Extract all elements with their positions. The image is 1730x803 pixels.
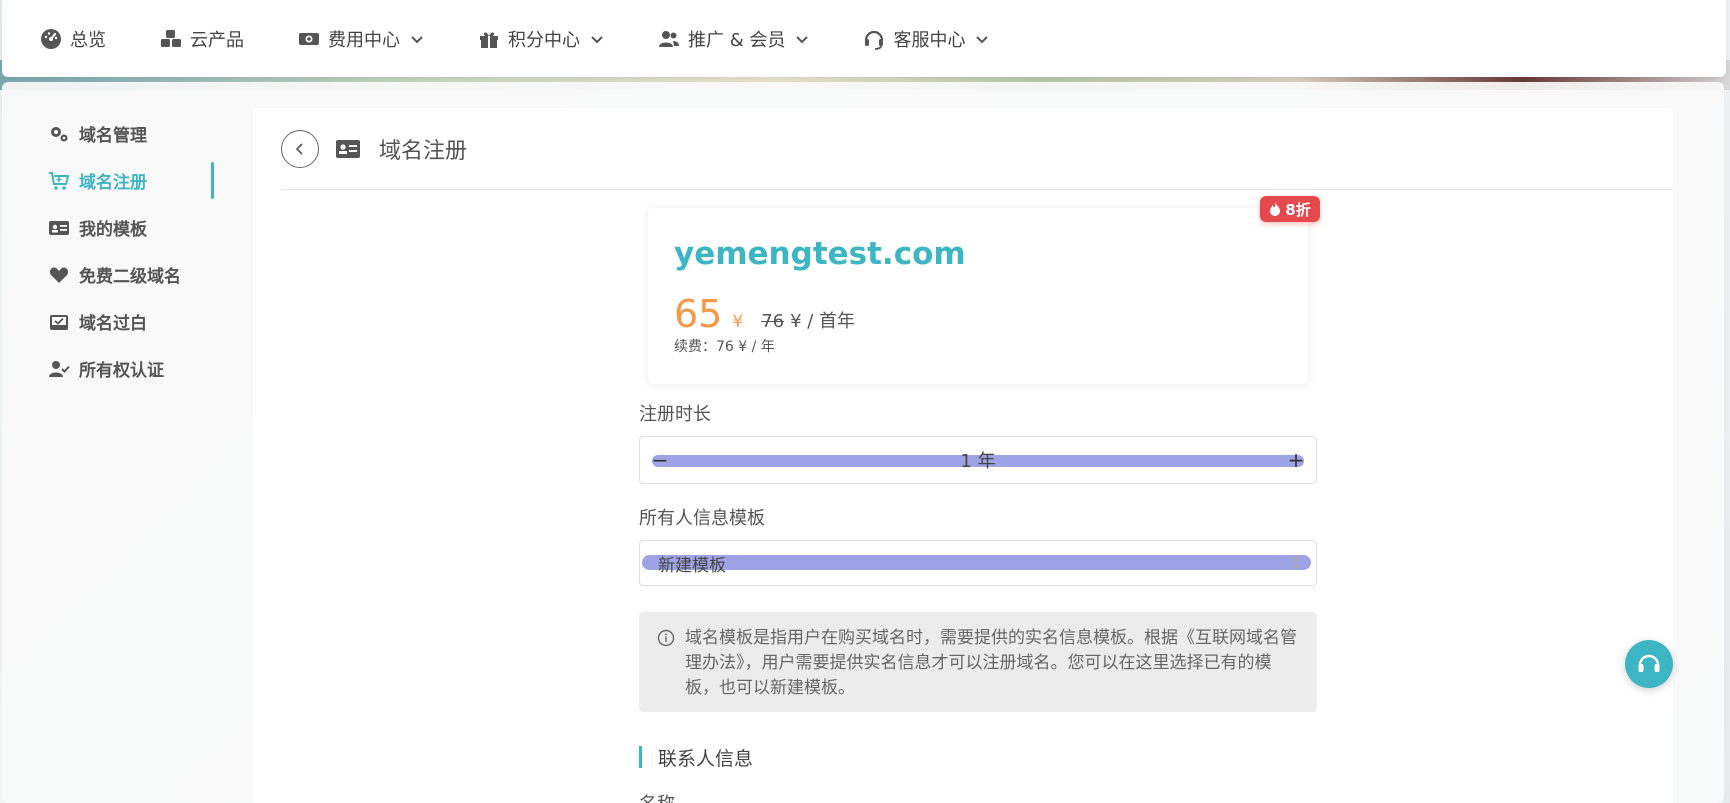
heart-icon bbox=[48, 264, 70, 286]
chevron-down-icon bbox=[976, 35, 989, 43]
sidebar-item-ownership-verification[interactable]: 所有权认证 bbox=[48, 345, 208, 392]
page-title: 域名注册 bbox=[379, 138, 468, 164]
current-price-currency: ¥ bbox=[732, 312, 744, 332]
chevron-down-icon bbox=[411, 35, 423, 43]
inbox-check-icon bbox=[48, 311, 70, 333]
template-selected-value: 新建模板 bbox=[658, 555, 726, 576]
sidebar-item-label: 我的模板 bbox=[79, 220, 147, 240]
nav-label: 推广 & 会员 bbox=[688, 29, 786, 51]
current-price: 65 bbox=[674, 292, 723, 336]
sidebar-item-my-templates[interactable]: 我的模板 bbox=[48, 204, 208, 251]
sidebar-item-label: 所有权认证 bbox=[79, 361, 164, 381]
notice-text: 域名模板是指用户在购买域名时，需要提供的实名信息模板。根据《互联网域名管理办法》… bbox=[685, 628, 1297, 698]
contact-section-title: 联系人信息 bbox=[639, 746, 1317, 770]
price-row: 65 ¥ 76 ¥ / 首年 bbox=[674, 292, 855, 336]
increment-button[interactable]: + bbox=[1284, 445, 1308, 475]
dashboard-icon bbox=[40, 28, 62, 50]
discount-label: 8折 bbox=[1285, 200, 1311, 219]
sidebar-item-domain-management[interactable]: 域名管理 bbox=[48, 110, 208, 157]
sidebar-item-domain-registration[interactable]: 域名注册 bbox=[48, 157, 214, 204]
duration-label: 注册时长 bbox=[639, 404, 711, 425]
cart-icon bbox=[48, 170, 70, 192]
renewal-price: 续费：76 ¥ / 年 bbox=[674, 339, 775, 355]
domain-name: yemengtest.com bbox=[674, 236, 966, 272]
fire-icon bbox=[1270, 202, 1281, 216]
nav-promotion-membership[interactable]: 推广 & 会员 bbox=[658, 26, 809, 52]
duration-stepper[interactable]: − 1 年 + bbox=[639, 436, 1317, 484]
nav-cloud-products[interactable]: 云产品 bbox=[160, 26, 244, 52]
select-highlight bbox=[642, 555, 1311, 570]
duration-value: 1 年 bbox=[960, 451, 996, 472]
name-label: 名称 bbox=[639, 790, 1317, 803]
nav-label: 云产品 bbox=[190, 29, 244, 51]
money-icon bbox=[298, 28, 320, 50]
user-check-icon bbox=[48, 358, 70, 380]
info-icon bbox=[657, 629, 675, 647]
back-button[interactable] bbox=[281, 129, 319, 168]
cubes-icon bbox=[160, 28, 182, 50]
floating-support-button[interactable] bbox=[1625, 640, 1673, 688]
template-notice: 域名模板是指用户在购买域名时，需要提供的实名信息模板。根据《互联网域名管理办法》… bbox=[639, 612, 1317, 712]
sidebar-item-label: 域名管理 bbox=[79, 126, 147, 146]
headset-icon bbox=[1638, 654, 1660, 672]
gift-icon bbox=[478, 28, 500, 50]
registration-form: 注册时长 − 1 年 + 所有人信息模板 新建模板 域名模板是指用户在购买域名时… bbox=[639, 400, 1317, 803]
sidebar-item-free-subdomain[interactable]: 免费二级域名 bbox=[48, 251, 208, 298]
select-arrows-icon bbox=[1292, 557, 1300, 569]
content-header: 域名注册 bbox=[281, 108, 1673, 190]
discount-badge: 8折 bbox=[1260, 196, 1320, 222]
template-select[interactable]: 新建模板 bbox=[639, 540, 1317, 586]
nav-billing[interactable]: 费用中心 bbox=[298, 26, 424, 52]
cogs-icon bbox=[48, 123, 70, 145]
chevron-down-icon bbox=[796, 35, 809, 43]
headset-icon bbox=[863, 28, 885, 50]
price-unit: ¥ / 首年 bbox=[790, 311, 856, 332]
top-navigation: 总览 云产品 费用中心 积分中心 推广 & 会员 客服中心 bbox=[2, 0, 1726, 77]
nav-support[interactable]: 客服中心 bbox=[863, 26, 989, 52]
nav-points[interactable]: 积分中心 bbox=[478, 26, 604, 52]
sidebar: 域名管理 域名注册 我的模板 免费二级域名 域名过白 所有权认证 bbox=[48, 110, 214, 392]
sidebar-item-label: 域名过白 bbox=[79, 314, 147, 334]
template-label: 所有人信息模板 bbox=[639, 508, 765, 529]
users-icon bbox=[658, 28, 680, 50]
nav-overview[interactable]: 总览 bbox=[40, 26, 106, 52]
original-price: 76 bbox=[761, 311, 785, 332]
chevron-left-icon bbox=[295, 142, 303, 155]
nav-label: 费用中心 bbox=[328, 29, 400, 51]
sidebar-item-label: 免费二级域名 bbox=[79, 267, 181, 287]
id-card-icon bbox=[48, 217, 70, 239]
nav-label: 积分中心 bbox=[508, 29, 580, 51]
domain-price-card: 8折 yemengtest.com 65 ¥ 76 ¥ / 首年 续费：76 ¥… bbox=[648, 196, 1320, 384]
nav-label: 总览 bbox=[70, 29, 106, 51]
sidebar-item-label: 域名注册 bbox=[79, 173, 147, 193]
nav-label: 客服中心 bbox=[893, 29, 966, 51]
sidebar-item-domain-whitelist[interactable]: 域名过白 bbox=[48, 298, 208, 345]
chevron-down-icon bbox=[591, 35, 603, 43]
id-card-icon bbox=[335, 138, 361, 160]
